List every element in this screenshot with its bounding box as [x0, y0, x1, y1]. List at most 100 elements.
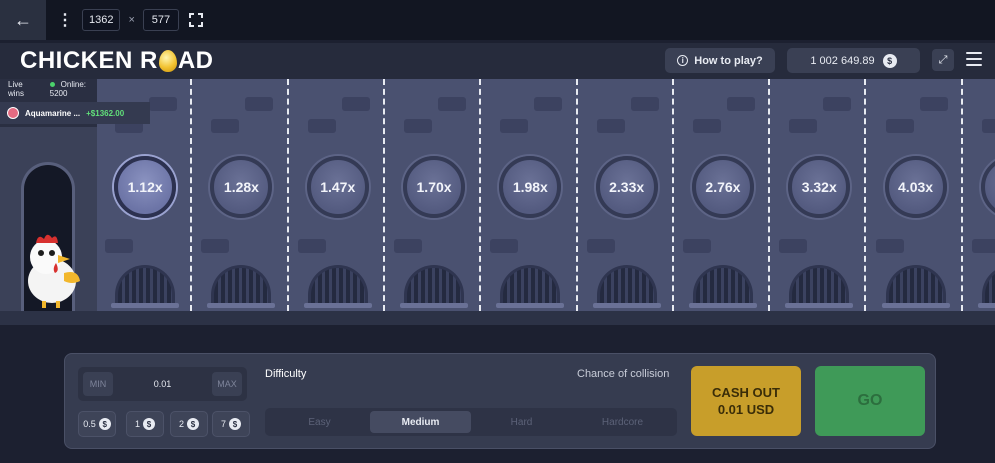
road-brick — [500, 119, 529, 133]
chip-value: 1 — [134, 419, 140, 429]
sewer-grate-base — [592, 303, 661, 308]
min-bet-button[interactable]: MIN — [83, 372, 113, 396]
lane-divider — [575, 79, 578, 311]
multiplier-manhole[interactable]: 3.32x — [788, 156, 851, 218]
road-brick — [490, 239, 519, 253]
road-brick — [823, 97, 852, 111]
bet-control-panel: MIN 0.01 MAX 0.5 $ 1 $ 2 $ 7 $ Difficult… — [64, 353, 936, 449]
road-brick — [534, 97, 563, 111]
lane-divider — [479, 79, 482, 311]
live-win-entry: Aquamarine ... +$1362.00 — [0, 102, 150, 124]
road-brick — [394, 239, 423, 253]
road-brick — [149, 97, 178, 111]
lane-divider — [864, 79, 867, 311]
sewer-grate — [692, 265, 753, 305]
difficulty-hardcore[interactable]: Hardcore — [572, 411, 673, 433]
egg-icon — [158, 50, 177, 72]
game-logo: CHICKEN R AD — [20, 47, 214, 75]
sewer-grate — [596, 265, 657, 305]
logo-text-right: AD — [177, 47, 214, 74]
sewer-grate-base — [400, 303, 469, 308]
road-brick — [596, 119, 625, 133]
sewer-grate — [981, 265, 995, 305]
road-brick — [297, 239, 326, 253]
chip-button-7[interactable]: 7 $ — [212, 411, 250, 437]
difficulty-easy[interactable]: Easy — [269, 411, 370, 433]
road-brick — [586, 239, 615, 253]
road-brick — [971, 239, 995, 253]
multiplier-manhole[interactable]: 2.33x — [595, 156, 658, 218]
more-options-icon[interactable]: ⋮ — [57, 10, 73, 30]
max-bet-button[interactable]: MAX — [212, 372, 242, 396]
road-brick — [779, 239, 808, 253]
road-brick — [341, 97, 370, 111]
player-name: Aquamarine ... — [25, 108, 81, 118]
chip-button-1[interactable]: 1 $ — [126, 411, 164, 437]
multiplier-manhole[interactable]: 4 — [980, 156, 995, 218]
sewer-grate-base — [688, 303, 757, 308]
road-brick — [630, 97, 659, 111]
road-brick — [919, 97, 948, 111]
hamburger-menu-icon[interactable] — [966, 52, 982, 66]
road-brick — [682, 239, 711, 253]
chip-value: 7 — [220, 419, 226, 429]
player-win-amount: +$1362.00 — [86, 108, 125, 118]
road-brick — [404, 119, 433, 133]
chip-button-2[interactable]: 2 $ — [170, 411, 208, 437]
cash-out-label: CASH OUT — [712, 385, 780, 400]
lane-divider — [671, 79, 674, 311]
dollar-coin-icon: $ — [98, 418, 111, 430]
road-brick — [692, 119, 721, 133]
sewer-grate-base — [111, 303, 180, 308]
browser-toolbar: ← ⋮ 1362 × 577 — [0, 0, 995, 40]
how-to-play-button[interactable]: i How to play? — [665, 48, 775, 73]
road-brick — [885, 119, 914, 133]
sewer-grate — [211, 265, 272, 305]
road-brick — [726, 97, 755, 111]
sewer-grate-base — [785, 303, 854, 308]
difficulty-medium[interactable]: Medium — [370, 411, 471, 433]
road-brick — [875, 239, 904, 253]
sewer-grate — [115, 265, 176, 305]
online-label: Online: 5200 — [49, 80, 86, 98]
balance-value: 1 002 649.89 — [810, 54, 875, 67]
viewport-width-field[interactable]: 1362 — [82, 9, 121, 31]
back-arrow-icon[interactable]: ← — [0, 0, 46, 40]
multiplier-manhole[interactable]: 2.76x — [691, 156, 754, 218]
multiplier-manhole[interactable]: 1.28x — [210, 156, 273, 218]
road-brick — [307, 119, 336, 133]
sewer-grate-base — [977, 303, 995, 308]
sewer-grate-base — [207, 303, 276, 308]
multiplier-manhole[interactable]: 4.03x — [884, 156, 947, 218]
online-count: Online: 5200 — [49, 80, 97, 98]
bet-amount-input[interactable]: 0.01 — [154, 379, 172, 389]
difficulty-selector: Easy Medium Hard Hardcore — [265, 408, 677, 436]
multiplier-manhole[interactable]: 1.70x — [403, 156, 466, 218]
road-brick — [201, 239, 230, 253]
chance-of-collision-label: Chance of collision — [577, 368, 670, 380]
cash-out-button[interactable]: CASH OUT 0.01 USD — [691, 366, 801, 436]
chip-value: 2 — [178, 419, 184, 429]
lane-divider — [382, 79, 385, 311]
multiplier-manhole[interactable]: 1.47x — [306, 156, 369, 218]
road-brick — [789, 119, 818, 133]
sewer-grate — [307, 265, 368, 305]
road-brick — [105, 239, 134, 253]
chip-button-0-5[interactable]: 0.5 $ — [78, 411, 116, 437]
dollar-coin-icon: $ — [143, 418, 155, 430]
player-avatar — [7, 107, 19, 119]
go-button[interactable]: GO — [815, 366, 925, 436]
fullscreen-icon[interactable] — [188, 13, 203, 27]
multiplier-manhole[interactable]: 1.98x — [499, 156, 562, 218]
viewport-height-field[interactable]: 577 — [142, 9, 179, 31]
expand-icon[interactable]: ⤢ — [932, 49, 954, 71]
lane-divider — [286, 79, 289, 311]
sewer-grate-base — [881, 303, 950, 308]
chicken-icon — [28, 234, 80, 308]
difficulty-label: Difficulty — [265, 368, 307, 380]
multiplier-manhole[interactable]: 1.12x — [114, 156, 177, 218]
dollar-coin-icon: $ — [882, 53, 897, 68]
live-wins-panel: Live wins Online: 5200 Aquamarine ... +$… — [0, 79, 150, 127]
game-header: CHICKEN R AD i How to play? 1 002 649.89… — [0, 43, 995, 79]
difficulty-hard[interactable]: Hard — [471, 411, 572, 433]
